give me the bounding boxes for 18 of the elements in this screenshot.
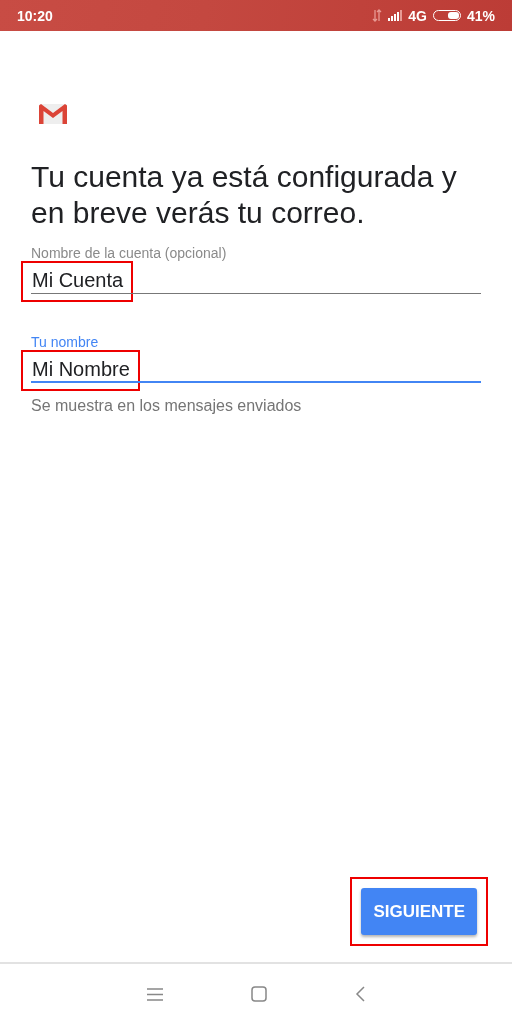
field-value: Mi Nombre <box>21 350 140 391</box>
field-label: Tu nombre <box>31 334 100 350</box>
signal-icon <box>388 10 403 21</box>
network-type: 4G <box>408 7 427 24</box>
input-field[interactable]: Mi Cuenta <box>21 261 481 302</box>
input-field[interactable]: Mi Nombre <box>21 350 481 391</box>
battery-percentage: 41% <box>466 7 495 24</box>
mail-logo-icon <box>38 103 68 125</box>
data-transfer-icon <box>372 9 383 22</box>
home-icon[interactable] <box>251 986 267 1002</box>
status-time: 10:20 <box>17 7 53 24</box>
page-title: Tu cuenta ya está configurada y en breve verás tu correo. <box>31 159 458 231</box>
back-icon[interactable] <box>355 986 365 1002</box>
field-label: Nombre de la cuenta (opcional) <box>31 245 228 261</box>
next-button[interactable]: SIGUIENTE <box>361 888 477 935</box>
helper-text: Se muestra en los mensajes enviados <box>31 397 303 415</box>
menu-icon[interactable] <box>147 987 163 1001</box>
field-value: Mi Cuenta <box>21 261 134 302</box>
